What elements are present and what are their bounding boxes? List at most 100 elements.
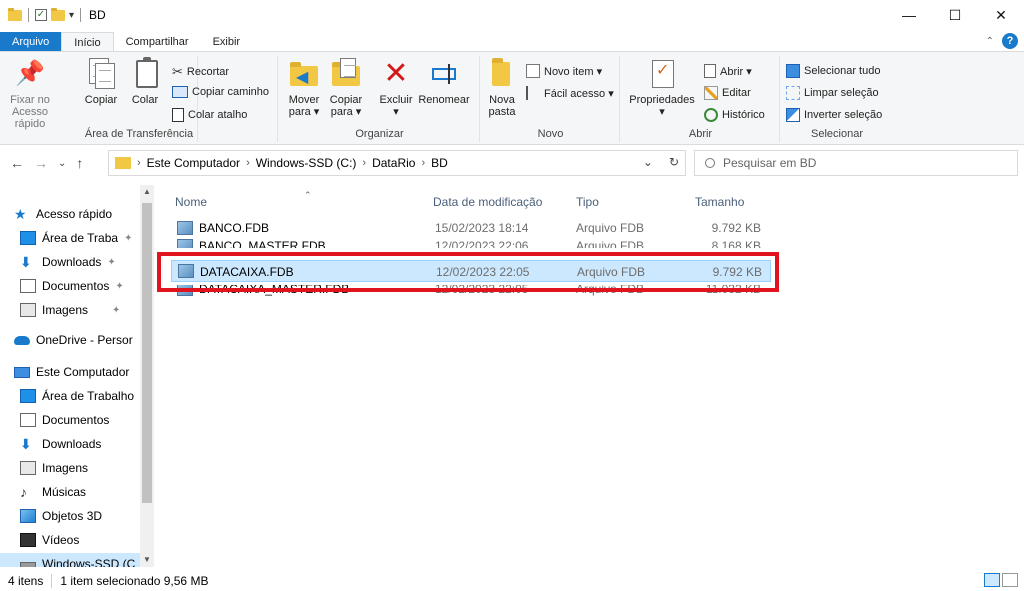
- rename-button[interactable]: Renomear: [416, 58, 472, 106]
- breadcrumb-computer[interactable]: Este Computador: [147, 156, 240, 170]
- sidebar-item-documents[interactable]: Documentos: [20, 409, 154, 431]
- sidebar-item-drive-c[interactable]: Windows-SSD (C: [0, 553, 140, 567]
- breadcrumb-datario[interactable]: DataRio: [372, 156, 415, 170]
- new-item-label: Novo item ▾: [544, 65, 603, 78]
- cut-label: Recortar: [186, 66, 230, 78]
- customize-dropdown-icon[interactable]: ▾: [69, 10, 74, 21]
- sort-ascending-icon: ⌃: [304, 190, 312, 200]
- column-header-size[interactable]: Tamanho: [695, 195, 744, 209]
- move-to-button[interactable]: ◀ Mover para ▾: [284, 58, 324, 118]
- invert-selection-label: Inverter seleção: [804, 109, 883, 121]
- edit-button[interactable]: Editar: [704, 86, 751, 100]
- sidebar-item-music[interactable]: ♪ Músicas: [20, 481, 154, 503]
- column-header-type[interactable]: Tipo: [576, 195, 599, 209]
- tab-home[interactable]: Início: [61, 32, 114, 52]
- details-view-icon[interactable]: [984, 573, 1000, 587]
- invert-selection-button[interactable]: Inverter seleção: [786, 108, 882, 122]
- window-title: BD: [89, 8, 106, 22]
- sidebar-item-videos[interactable]: Vídeos: [20, 529, 154, 551]
- file-row[interactable]: BANCO.FDB 15/02/2023 18:14 Arquivo FDB 9…: [171, 219, 767, 237]
- sidebar-item-downloads-pinned[interactable]: ⬇ Downloads ✦: [20, 251, 154, 273]
- select-none-button[interactable]: Limpar seleção: [786, 86, 879, 100]
- refresh-icon[interactable]: ↻: [669, 155, 679, 169]
- sidebar-item-images-pinned[interactable]: Imagens ✦: [20, 299, 154, 321]
- sidebar-scrollbar[interactable]: ▲ ▼: [140, 185, 154, 567]
- paste-label: Colar: [131, 94, 159, 106]
- tab-share[interactable]: Compartilhar: [114, 32, 201, 52]
- scrollbar-thumb[interactable]: [142, 203, 152, 503]
- file-type: Arquivo FDB: [576, 221, 645, 235]
- organize-group-label: Organizar: [355, 128, 404, 140]
- properties-quick-icon[interactable]: ✓: [35, 9, 47, 21]
- copy-to-button[interactable]: Copiar para ▾: [326, 58, 366, 118]
- new-item-button[interactable]: Novo item ▾: [526, 64, 602, 78]
- sidebar-item-onedrive[interactable]: OneDrive - Persor: [14, 329, 154, 351]
- history-button[interactable]: Histórico: [704, 108, 765, 122]
- help-icon[interactable]: ?: [1002, 33, 1018, 49]
- pin-icon: 📌: [15, 60, 45, 87]
- sidebar-item-images[interactable]: Imagens: [20, 457, 154, 479]
- sidebar-item-downloads[interactable]: ⬇ Downloads: [20, 433, 154, 455]
- file-name: BANCO.FDB: [199, 221, 270, 235]
- column-header-name[interactable]: Nome ⌃: [175, 190, 312, 209]
- chevron-right-icon[interactable]: ›: [362, 157, 366, 169]
- sidebar-item-label: Imagens: [42, 303, 89, 317]
- paste-button[interactable]: Colar: [130, 57, 160, 106]
- title-bar: ✓ ▾ BD — ☐ ✕: [0, 0, 1024, 30]
- sidebar-item-documents-pinned[interactable]: Documentos ✦: [20, 275, 154, 297]
- breadcrumb-bd[interactable]: BD: [431, 156, 448, 170]
- select-all-button[interactable]: Selecionar tudo: [786, 64, 880, 78]
- new-group-label: Novo: [537, 128, 564, 140]
- back-arrow-icon[interactable]: ←: [10, 155, 24, 171]
- easy-access-button[interactable]: Fácil acesso ▾: [526, 86, 614, 100]
- paste-shortcut-button[interactable]: Colar atalho: [172, 108, 247, 122]
- open-button[interactable]: Abrir ▾: [704, 64, 752, 78]
- tab-file[interactable]: Arquivo: [0, 32, 62, 52]
- pin-icon: ✦: [124, 232, 133, 244]
- breadcrumb-drive[interactable]: Windows-SSD (C:): [256, 156, 357, 170]
- file-row[interactable]: BANCO_MASTER.FDB 12/02/2023 22:06 Arquiv…: [171, 237, 767, 248]
- maximize-button[interactable]: ☐: [932, 0, 978, 30]
- sidebar-item-label: Músicas: [42, 485, 87, 499]
- paste-shortcut-icon: [172, 108, 184, 122]
- sidebar-item-3d-objects[interactable]: Objetos 3D: [20, 505, 154, 527]
- scroll-down-icon[interactable]: ▼: [143, 555, 151, 564]
- close-button[interactable]: ✕: [978, 0, 1024, 30]
- minimize-button[interactable]: —: [886, 0, 932, 30]
- up-arrow-icon[interactable]: ↑: [76, 155, 83, 171]
- sidebar-item-quick-access[interactable]: ★ Acesso rápido: [14, 203, 154, 225]
- address-dropdown-icon[interactable]: ⌄: [643, 155, 653, 169]
- new-folder-quick-icon[interactable]: [51, 7, 65, 21]
- copy-path-button[interactable]: Copiar caminho: [172, 86, 269, 98]
- recent-locations-chevron-icon[interactable]: ⌄: [58, 158, 66, 169]
- pin-quick-access-button[interactable]: 📌 Fixar no Acesso rápido: [4, 58, 56, 130]
- sidebar-item-this-pc[interactable]: Este Computador: [14, 361, 154, 383]
- sidebar-item-desktop-pinned[interactable]: Área de Traba ✦: [20, 227, 154, 249]
- delete-button[interactable]: ✕ Excluir ▾: [376, 58, 416, 119]
- new-folder-button[interactable]: Nova pasta: [484, 58, 520, 118]
- collapse-ribbon-icon[interactable]: ⌃: [986, 36, 994, 47]
- copy-button[interactable]: Copiar: [84, 58, 118, 106]
- cut-button[interactable]: ✂ Recortar: [172, 64, 229, 80]
- copy-to-label: Copiar para ▾: [329, 94, 363, 118]
- chevron-right-icon[interactable]: ›: [421, 157, 425, 169]
- move-to-label: Mover para ▾: [288, 94, 320, 118]
- sidebar-item-desktop[interactable]: Área de Trabalho: [20, 385, 154, 407]
- properties-button[interactable]: Propriedades ▾: [626, 58, 698, 118]
- history-label: Histórico: [722, 109, 765, 121]
- address-bar[interactable]: › Este Computador › Windows-SSD (C:) › D…: [108, 150, 686, 176]
- forward-arrow-icon[interactable]: →: [34, 155, 48, 171]
- divider: [80, 8, 82, 22]
- tab-view[interactable]: Exibir: [201, 32, 253, 52]
- search-input[interactable]: Pesquisar em BD: [694, 150, 1018, 176]
- open-group-label: Abrir: [688, 128, 713, 140]
- sidebar-item-label: Vídeos: [42, 533, 80, 547]
- sidebar-item-label: Documentos: [42, 279, 110, 293]
- column-header-date[interactable]: Data de modificação: [433, 195, 542, 209]
- select-all-icon: [786, 64, 800, 78]
- scroll-up-icon[interactable]: ▲: [143, 187, 151, 196]
- chevron-right-icon[interactable]: ›: [246, 157, 250, 169]
- chevron-right-icon[interactable]: ›: [137, 157, 141, 169]
- search-placeholder: Pesquisar em BD: [723, 156, 817, 170]
- large-icons-view-icon[interactable]: [1002, 573, 1018, 587]
